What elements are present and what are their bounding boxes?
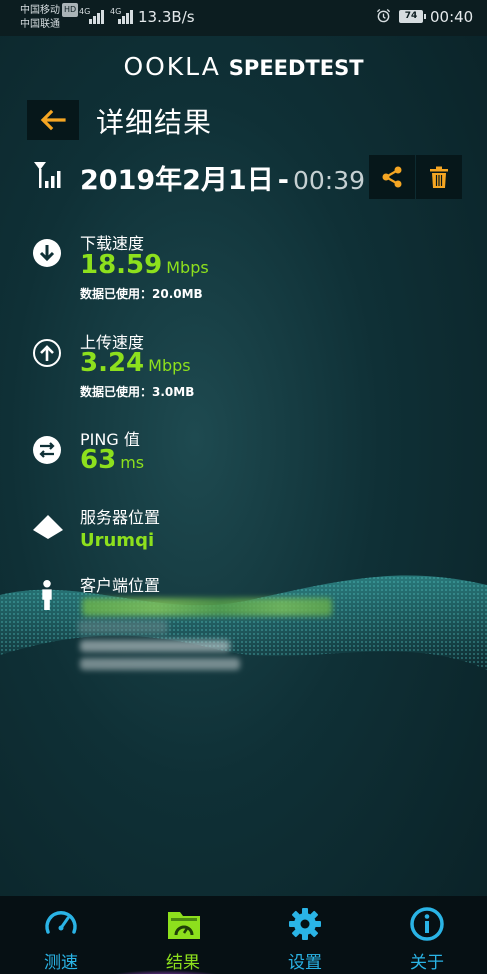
download-icon xyxy=(33,239,61,267)
download-value: 18.59 xyxy=(80,250,163,280)
back-button[interactable] xyxy=(27,100,79,140)
delete-button[interactable] xyxy=(416,155,462,199)
nav-label-about: 关于 xyxy=(410,953,444,973)
server-label: 服务器位置 xyxy=(80,508,161,527)
network-speed: 13.3B/s xyxy=(138,8,195,26)
ping-icon xyxy=(33,436,61,464)
wave-background-decoration xyxy=(0,575,487,670)
page-title: 详细结果 xyxy=(96,106,213,139)
result-date: 2019年2月1日 xyxy=(80,165,274,196)
server-location: Urumqi xyxy=(80,530,155,551)
upload-speed: 3.24 Mbps xyxy=(80,348,191,378)
signal-icon xyxy=(89,10,107,24)
arrow-left-icon xyxy=(40,109,66,131)
result-time: 00:39 xyxy=(292,166,365,195)
clock: 00:40 xyxy=(430,8,474,26)
nav-item-speedtest[interactable]: 测速 xyxy=(0,896,122,974)
info-icon xyxy=(410,907,444,941)
carrier-1: 中国移动 xyxy=(20,5,60,16)
result-datetime: 2019年2月1日 -00:39 xyxy=(80,158,365,197)
hd-badge: HD xyxy=(62,3,79,17)
results-folder-icon xyxy=(168,912,200,939)
nav-label-speedtest: 测速 xyxy=(44,953,78,973)
status-bar: 中国移动 HD 中国联通 4G 4G 13.3B/s 74 00:40 xyxy=(0,0,487,36)
server-location-icon xyxy=(33,515,63,539)
nav-item-settings[interactable]: 设置 xyxy=(244,896,366,974)
ping-value: 63 xyxy=(80,445,117,475)
gear-icon xyxy=(289,908,321,940)
alarm-icon xyxy=(376,8,391,23)
upload-unit: Mbps xyxy=(148,356,191,375)
ookla-speedtest-logo: OOKLA SPEEDTEST xyxy=(0,52,487,81)
person-icon xyxy=(42,580,52,610)
bottom-navigation: 测速 结果 设置 关于 xyxy=(0,896,487,974)
trash-icon xyxy=(430,166,448,188)
nav-label-settings: 设置 xyxy=(288,953,322,973)
speedometer-icon xyxy=(45,911,77,934)
app-screen: 中国移动 HD 中国联通 4G 4G 13.3B/s 74 00:40 OOKLA… xyxy=(0,0,487,974)
download-speed: 18.59 Mbps xyxy=(80,250,209,280)
speedtest-wordmark: SPEEDTEST xyxy=(228,56,364,80)
upload-data-used: 数据已使用：3.0MB xyxy=(80,385,195,399)
upload-value: 3.24 xyxy=(80,348,145,378)
ping-unit: ms xyxy=(120,453,145,472)
carrier-info: 中国移动 HD 中国联通 xyxy=(20,3,79,32)
download-unit: Mbps xyxy=(166,258,209,277)
carrier-2: 中国联通 xyxy=(20,19,60,30)
signal-icon xyxy=(118,10,136,24)
nav-item-about[interactable]: 关于 xyxy=(366,896,487,974)
connection-signal-icon xyxy=(34,162,61,188)
nav-item-results[interactable]: 结果 xyxy=(122,896,244,974)
share-button[interactable] xyxy=(369,155,415,199)
client-label: 客户端位置 xyxy=(80,576,161,595)
battery-icon: 74 xyxy=(399,10,426,23)
date-separator: - xyxy=(277,165,289,196)
upload-icon xyxy=(33,339,61,367)
nav-label-results: 结果 xyxy=(166,953,200,973)
ookla-wordmark: OOKLA xyxy=(123,52,221,81)
share-icon xyxy=(382,166,402,188)
ping-result: 63 ms xyxy=(80,445,144,475)
download-data-used: 数据已使用：20.0MB xyxy=(80,287,203,301)
